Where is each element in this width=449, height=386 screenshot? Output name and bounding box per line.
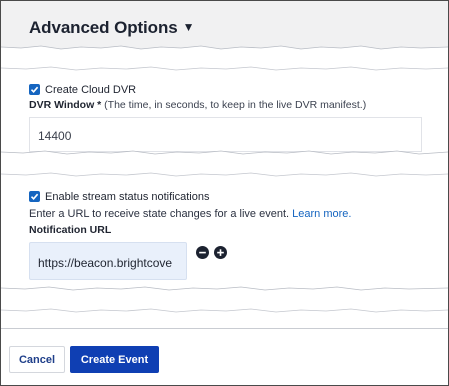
cancel-button[interactable]: Cancel — [9, 346, 65, 373]
dvr-window-hint: (The time, in seconds, to keep in the li… — [104, 99, 367, 111]
notification-url-label-text: Notification URL — [29, 224, 112, 236]
caret-down-icon[interactable]: ▼ — [183, 20, 195, 34]
minus-circle-icon — [199, 251, 206, 254]
torn-edge-divider — [1, 286, 448, 295]
section-title[interactable]: Advanced Options ▼ — [29, 18, 194, 38]
torn-edge-divider — [1, 150, 448, 159]
torn-edge-divider — [1, 66, 448, 71]
dvr-window-value: 14400 — [38, 129, 72, 143]
enable-notifications-label[interactable]: Enable stream status notifications — [45, 191, 209, 203]
footer-divider — [1, 328, 448, 329]
advanced-options-panel: Advanced Options ▼ Create Cloud DVR DVR W… — [0, 0, 449, 386]
torn-edge-divider — [1, 308, 448, 313]
checkmark-icon — [30, 86, 39, 93]
dvr-window-label: DVR Window * (The time, in seconds, to k… — [29, 99, 366, 111]
notification-url-label: Notification URL — [29, 224, 111, 236]
section-title-text[interactable]: Advanced Options — [29, 18, 178, 37]
create-cloud-dvr-checkbox[interactable] — [29, 84, 40, 95]
learn-more-link[interactable]: Learn more. — [292, 208, 351, 220]
notifications-help-text: Enter a URL to receive state changes for… — [29, 208, 351, 220]
enable-notifications-checkbox[interactable] — [29, 191, 40, 202]
checkmark-icon — [30, 193, 39, 200]
notification-url-value: https://beacon.brightcove — [38, 256, 173, 270]
notification-url-input[interactable]: https://beacon.brightcove — [29, 242, 187, 280]
plus-circle-icon — [217, 249, 224, 256]
add-url-button[interactable] — [214, 246, 227, 259]
torn-edge-divider — [1, 172, 448, 177]
create-event-button[interactable]: Create Event — [70, 346, 159, 373]
dvr-window-label-text: DVR Window * — [29, 99, 102, 111]
torn-edge-divider — [1, 45, 448, 55]
remove-url-button[interactable] — [196, 246, 209, 259]
create-cloud-dvr-label[interactable]: Create Cloud DVR — [45, 84, 136, 96]
notifications-help-sentence: Enter a URL to receive state changes for… — [29, 208, 290, 220]
